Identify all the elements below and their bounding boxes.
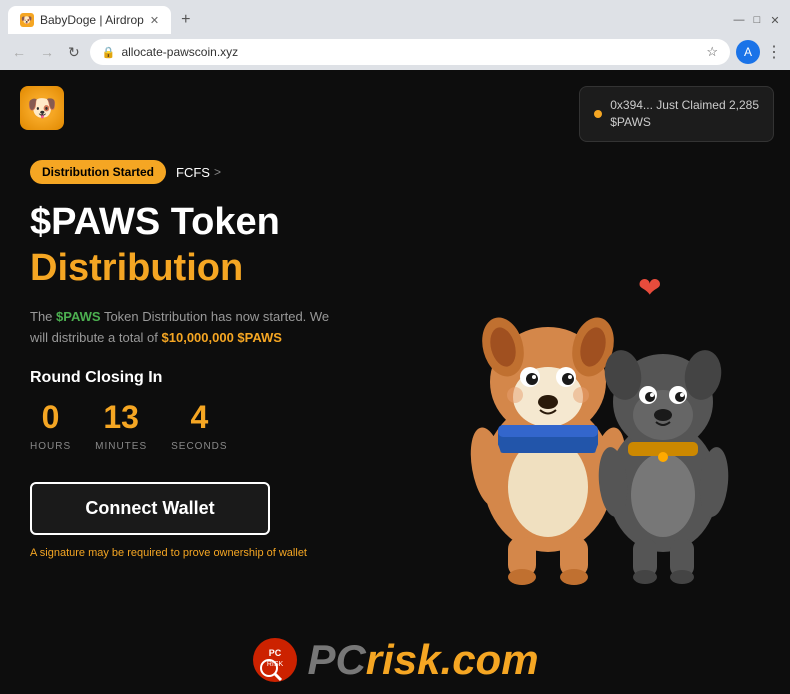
- desc-before: The: [30, 309, 56, 324]
- reload-button[interactable]: ↻: [64, 42, 84, 63]
- signature-note: A signature may be required to prove own…: [30, 547, 395, 559]
- logo-dog-emoji: 🐶: [27, 94, 57, 123]
- seconds-value: 4: [171, 399, 227, 436]
- fcfs-text: FCFS: [176, 165, 210, 180]
- maximize-button[interactable]: □: [750, 13, 764, 27]
- connect-wallet-button[interactable]: Connect Wallet: [30, 482, 270, 535]
- right-panel: ❤: [395, 140, 760, 694]
- notif-line2: $PAWS: [610, 115, 651, 129]
- address-text: allocate-pawscoin.xyz: [121, 45, 238, 59]
- title-bar: 🐶 BabyDoge | Airdrop ✕ + — □ ✕: [0, 0, 790, 34]
- browser-tab[interactable]: 🐶 BabyDoge | Airdrop ✕: [8, 6, 171, 34]
- notif-line1: 0x394... Just Claimed 2,285: [610, 98, 759, 112]
- hero-description: The $PAWS Token Distribution has now sta…: [30, 307, 350, 349]
- tab-title: BabyDoge | Airdrop: [40, 13, 144, 27]
- desc-amount: $10,000,000 $PAWS: [162, 330, 282, 345]
- hours-label: HOURS: [30, 441, 71, 452]
- minutes-value: 13: [95, 399, 147, 436]
- watermark-orange-text: risk.com: [366, 636, 539, 683]
- tab-close-button[interactable]: ✕: [150, 14, 159, 27]
- seconds-label: SECONDS: [171, 441, 227, 452]
- main-content: Distribution Started FCFS > $PAWS Token …: [0, 140, 790, 694]
- tab-favicon: 🐶: [20, 13, 34, 27]
- round-closing-label: Round Closing In: [30, 369, 395, 387]
- hero-title-orange: Distribution: [30, 246, 395, 292]
- browser-menu-button[interactable]: ⋮: [766, 42, 782, 62]
- watermark-gray-text: PC: [307, 636, 365, 683]
- desc-paws: $PAWS: [56, 309, 101, 324]
- svg-text:❤: ❤: [638, 272, 661, 303]
- countdown-timer: 0 HOURS 13 MINUTES 4 SECONDS: [30, 399, 395, 454]
- left-panel: Distribution Started FCFS > $PAWS Token …: [30, 140, 395, 694]
- close-window-button[interactable]: ✕: [768, 13, 782, 27]
- nav-bar: ← → ↻ 🔒 allocate-pawscoin.xyz ☆ A ⋮: [0, 34, 790, 70]
- website-content: 0x394... Just Claimed 2,285 $PAWS 🐶 Dist…: [0, 70, 790, 694]
- site-logo[interactable]: 🐶: [20, 86, 64, 130]
- distribution-badge: Distribution Started: [30, 160, 166, 184]
- minutes-label: MINUTES: [95, 441, 147, 452]
- watermark-logo: PC RISK: [251, 636, 299, 684]
- watermark: PC RISK PCrisk.com: [0, 636, 790, 684]
- countdown-minutes: 13 MINUTES: [95, 399, 147, 454]
- hero-title-white: $PAWS Token: [30, 202, 395, 244]
- browser-chrome: 🐶 BabyDoge | Airdrop ✕ + — □ ✕ ← → ↻ 🔒 a…: [0, 0, 790, 70]
- hours-value: 0: [30, 399, 71, 436]
- address-bar[interactable]: 🔒 allocate-pawscoin.xyz ☆: [90, 39, 730, 65]
- forward-button[interactable]: →: [36, 42, 58, 62]
- notification-dot: [594, 110, 602, 118]
- logo-image: 🐶: [20, 86, 64, 130]
- badge-row: Distribution Started FCFS >: [30, 160, 395, 184]
- back-button[interactable]: ←: [8, 42, 30, 62]
- profile-button[interactable]: A: [736, 40, 760, 64]
- fcfs-label: FCFS >: [176, 165, 221, 180]
- notification-text: 0x394... Just Claimed 2,285 $PAWS: [610, 97, 759, 131]
- dogs-illustration: ❤: [418, 247, 738, 587]
- countdown-seconds: 4 SECONDS: [171, 399, 227, 454]
- dogs-svg: ❤: [418, 247, 738, 587]
- profile-initial: A: [744, 45, 752, 59]
- fcfs-chevron: >: [214, 165, 221, 179]
- minimize-button[interactable]: —: [732, 13, 746, 27]
- new-tab-button[interactable]: +: [175, 11, 196, 29]
- watermark-text: PCrisk.com: [307, 636, 538, 684]
- bookmark-icon[interactable]: ☆: [706, 44, 718, 60]
- window-controls: — □ ✕: [732, 13, 782, 27]
- lock-icon: 🔒: [102, 46, 116, 59]
- svg-text:PC: PC: [269, 648, 282, 658]
- notification-popup: 0x394... Just Claimed 2,285 $PAWS: [579, 86, 774, 142]
- countdown-hours: 0 HOURS: [30, 399, 71, 454]
- favicon-emoji: 🐶: [21, 15, 32, 26]
